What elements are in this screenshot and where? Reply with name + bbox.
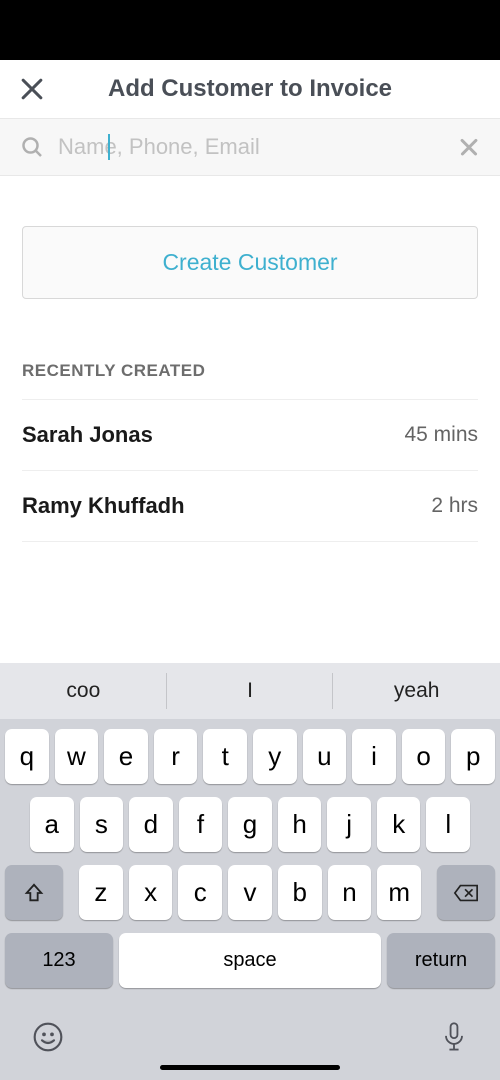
page-title: Add Customer to Invoice (46, 75, 454, 103)
key-g[interactable]: g (228, 797, 272, 852)
list-item[interactable]: Ramy Khuffadh 2 hrs (22, 471, 478, 542)
key-n[interactable]: n (328, 865, 372, 920)
create-customer-button[interactable]: Create Customer (22, 226, 478, 299)
suggestion[interactable]: I (167, 663, 334, 719)
status-bar (0, 0, 500, 60)
customer-time: 2 hrs (431, 494, 478, 518)
search-icon (20, 135, 44, 159)
suggestion[interactable]: yeah (333, 663, 500, 719)
key-d[interactable]: d (129, 797, 173, 852)
keyboard: coo I yeah q w e r t y u i o p a s d f g… (0, 663, 500, 1080)
key-c[interactable]: c (178, 865, 222, 920)
close-icon[interactable] (18, 75, 46, 103)
key-e[interactable]: e (104, 729, 148, 784)
key-u[interactable]: u (303, 729, 347, 784)
suggestion[interactable]: coo (0, 663, 167, 719)
key-b[interactable]: b (278, 865, 322, 920)
emoji-icon[interactable] (32, 1021, 64, 1053)
key-row-2: a s d f g h j k l (5, 797, 495, 852)
key-o[interactable]: o (402, 729, 446, 784)
text-cursor (108, 134, 110, 160)
keyboard-bottom-bar (0, 1007, 500, 1061)
key-l[interactable]: l (426, 797, 470, 852)
key-m[interactable]: m (377, 865, 421, 920)
key-v[interactable]: v (228, 865, 272, 920)
content: Create Customer RECENTLY CREATED Sarah J… (0, 176, 500, 542)
key-f[interactable]: f (179, 797, 223, 852)
suggestion-bar: coo I yeah (0, 663, 500, 719)
clear-search-icon[interactable] (458, 136, 480, 158)
header: Add Customer to Invoice (0, 60, 500, 119)
key-row-4: 123 space return (5, 933, 495, 988)
key-w[interactable]: w (55, 729, 99, 784)
key-row-3: z x c v b n m (5, 865, 495, 920)
key-r[interactable]: r (154, 729, 198, 784)
key-q[interactable]: q (5, 729, 49, 784)
recent-list: Sarah Jonas 45 mins Ramy Khuffadh 2 hrs (22, 399, 478, 542)
key-t[interactable]: t (203, 729, 247, 784)
key-row-1: q w e r t y u i o p (5, 729, 495, 784)
search-input[interactable] (44, 134, 458, 160)
key-i[interactable]: i (352, 729, 396, 784)
key-j[interactable]: j (327, 797, 371, 852)
search-bar (0, 119, 500, 176)
section-label-recent: RECENTLY CREATED (22, 361, 478, 381)
home-indicator[interactable] (160, 1065, 340, 1070)
key-p[interactable]: p (451, 729, 495, 784)
customer-time: 45 mins (404, 423, 478, 447)
key-a[interactable]: a (30, 797, 74, 852)
mic-icon[interactable] (440, 1021, 468, 1053)
return-key[interactable]: return (387, 933, 495, 988)
key-x[interactable]: x (129, 865, 173, 920)
key-s[interactable]: s (80, 797, 124, 852)
customer-name: Ramy Khuffadh (22, 493, 185, 519)
space-key[interactable]: space (119, 933, 381, 988)
key-y[interactable]: y (253, 729, 297, 784)
list-item[interactable]: Sarah Jonas 45 mins (22, 399, 478, 471)
key-z[interactable]: z (79, 865, 123, 920)
backspace-key[interactable] (437, 865, 495, 920)
shift-key[interactable] (5, 865, 63, 920)
key-k[interactable]: k (377, 797, 421, 852)
customer-name: Sarah Jonas (22, 422, 153, 448)
key-h[interactable]: h (278, 797, 322, 852)
numeric-key[interactable]: 123 (5, 933, 113, 988)
